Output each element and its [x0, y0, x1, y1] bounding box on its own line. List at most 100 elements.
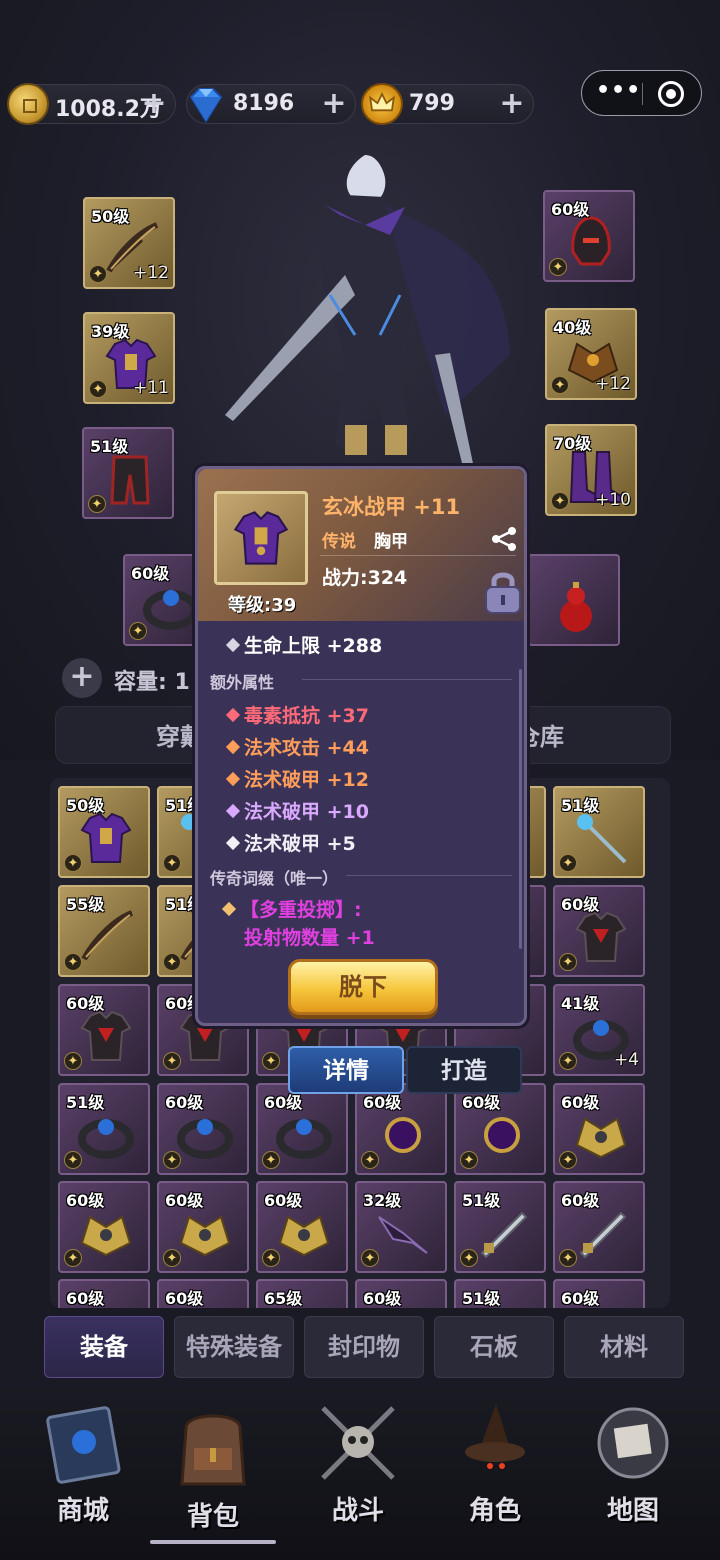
star-icon: ✦	[559, 854, 577, 872]
unequip-button[interactable]: 脱下	[288, 959, 438, 1015]
inventory-slot[interactable]: 60级✦	[157, 1279, 249, 1308]
inventory-slot[interactable]: 60级✦	[454, 1083, 546, 1175]
nav-character[interactable]: 角色	[430, 1390, 560, 1550]
star-icon: ✦	[163, 1052, 181, 1070]
bottom-navigation: 商城 背包 战斗 角色 地图	[0, 1390, 720, 1560]
extra-stat-text: 法术破甲 +5	[244, 833, 356, 855]
category-special-equipment[interactable]: 特殊装备	[174, 1316, 294, 1378]
inventory-slot[interactable]: 51级✦	[454, 1279, 546, 1308]
diamond-bullet-icon	[225, 637, 241, 653]
blade-icon	[480, 1211, 528, 1259]
item-level: 50级	[91, 207, 130, 226]
section-divider	[346, 875, 512, 876]
inventory-slot[interactable]: 32级 ✦	[355, 1181, 447, 1273]
star-icon: ✦	[460, 1249, 478, 1267]
equip-slot-pants[interactable]: 51级 ✦	[82, 427, 174, 519]
inventory-slot[interactable]: 50级 ✦	[58, 786, 150, 878]
inventory-slot[interactable]: 60级 ✦	[256, 1181, 348, 1273]
item-level: 41级	[561, 994, 600, 1013]
item-detail-popup: 等级:39 玄冰战甲 +11 传说 胸甲 战力:324 生命上限 +288 额外…	[195, 466, 527, 1026]
star-icon: ✦	[64, 1249, 82, 1267]
inventory-slot[interactable]: 55级 ✦	[58, 885, 150, 977]
equip-slot-helmet[interactable]: 60级 ✦	[543, 190, 635, 282]
inventory-slot[interactable]: 60级✦	[553, 1181, 645, 1273]
coin-icon	[7, 83, 49, 125]
inventory-slot[interactable]: 60级✦	[553, 1083, 645, 1175]
share-icon[interactable]	[490, 525, 518, 553]
nav-backpack[interactable]: 背包	[148, 1390, 278, 1550]
inventory-slot[interactable]: 60级✦	[58, 984, 150, 1076]
nav-shop[interactable]: 商城	[18, 1390, 148, 1550]
popup-scrollbar[interactable]	[519, 669, 522, 949]
category-equipment[interactable]: 装备	[44, 1316, 164, 1378]
star-icon: ✦	[88, 495, 106, 513]
extra-stat: 法术破甲 +5	[225, 829, 356, 856]
item-level: 40级	[553, 318, 592, 337]
inventory-slot[interactable]: 51级✦	[553, 786, 645, 878]
item-level: 50级	[66, 796, 105, 815]
inventory-slot[interactable]: 60级✦	[157, 1083, 249, 1175]
nav-backpack-label: 背包	[186, 1502, 239, 1532]
add-gold-button[interactable]: +	[141, 89, 167, 119]
star-icon: ✦	[460, 1151, 478, 1169]
item-rarity: 传说	[322, 532, 356, 552]
close-target-button[interactable]	[658, 81, 684, 107]
tab-details[interactable]: 详情	[288, 1046, 404, 1094]
category-seals[interactable]: 封印物	[304, 1316, 424, 1378]
inventory-slot[interactable]: 60级✦	[553, 885, 645, 977]
inventory-slot[interactable]: 60级✦	[256, 1083, 348, 1175]
inventory-slot[interactable]: 41级 ✦ +4	[553, 984, 645, 1076]
nav-battle[interactable]: 战斗	[293, 1390, 423, 1550]
active-nav-indicator	[150, 1540, 276, 1544]
shoulder-gold-icon	[278, 1215, 330, 1257]
inventory-slot[interactable]: 60级✦	[58, 1279, 150, 1308]
inventory-slot[interactable]: 60级✦	[355, 1083, 447, 1175]
tab-forge[interactable]: 打造	[406, 1046, 522, 1094]
item-level: 60级	[165, 1289, 204, 1308]
more-menu-button[interactable]: •••	[596, 80, 640, 105]
item-level: 60级	[165, 1093, 204, 1112]
star-icon: ✦	[163, 1249, 181, 1267]
equip-slot-chest[interactable]: 39级 ✦ +11	[83, 312, 175, 404]
add-crown-button[interactable]: +	[499, 89, 525, 119]
star-icon: ✦	[64, 1151, 82, 1169]
nav-map[interactable]: 地图	[568, 1390, 698, 1550]
equip-slot-boots[interactable]: 70级 ✦ +10	[545, 424, 637, 516]
item-enhance: +4	[613, 1050, 639, 1070]
nav-character-label: 角色	[468, 1496, 521, 1526]
inventory-slot[interactable]: 65级✦	[256, 1279, 348, 1308]
diamond-bullet-icon	[225, 707, 241, 723]
mini-program-capsule: •••	[581, 70, 702, 116]
chest-armor-icon	[80, 812, 132, 863]
inventory-slot[interactable]: 60级✦	[157, 1181, 249, 1273]
category-materials[interactable]: 材料	[564, 1316, 684, 1378]
inventory-slot[interactable]: 60级✦	[58, 1181, 150, 1273]
item-level: 60级	[363, 1289, 402, 1308]
star-icon: ✦	[262, 1249, 280, 1267]
item-level: 60级	[131, 564, 170, 583]
shoulder-gold-icon	[80, 1215, 132, 1257]
equip-slot-shoulder[interactable]: 40级 ✦ +12	[545, 308, 637, 400]
pants-icon	[110, 455, 150, 505]
section-divider	[302, 679, 512, 680]
lock-icon[interactable]	[482, 569, 524, 617]
item-level: 60级	[561, 1289, 600, 1308]
inventory-slot[interactable]: 60级✦	[553, 1279, 645, 1308]
inventory-slot[interactable]: 60级✦	[355, 1279, 447, 1308]
equip-slot-gourd[interactable]	[528, 554, 620, 646]
item-level: 60级	[264, 1191, 303, 1210]
wings-icon	[378, 1216, 428, 1254]
inventory-slot[interactable]: 51级✦	[454, 1181, 546, 1273]
inventory-slot[interactable]: 51级✦	[58, 1083, 150, 1175]
legend-affix-name-text: 【多重投掷】:	[240, 899, 362, 921]
expand-capacity-button[interactable]: +	[62, 658, 102, 698]
category-slates[interactable]: 石板	[434, 1316, 554, 1378]
extra-stat-text: 法术攻击 +44	[244, 737, 369, 759]
equip-slot-bow[interactable]: 50级 ✦ +12	[83, 197, 175, 289]
ring-icon	[78, 1119, 134, 1159]
diamond-icon	[185, 83, 227, 125]
extra-stat: 法术破甲 +12	[225, 765, 369, 792]
item-power: 战力:324	[322, 567, 408, 589]
add-diamond-button[interactable]: +	[321, 89, 347, 119]
star-icon: ✦	[129, 622, 147, 640]
